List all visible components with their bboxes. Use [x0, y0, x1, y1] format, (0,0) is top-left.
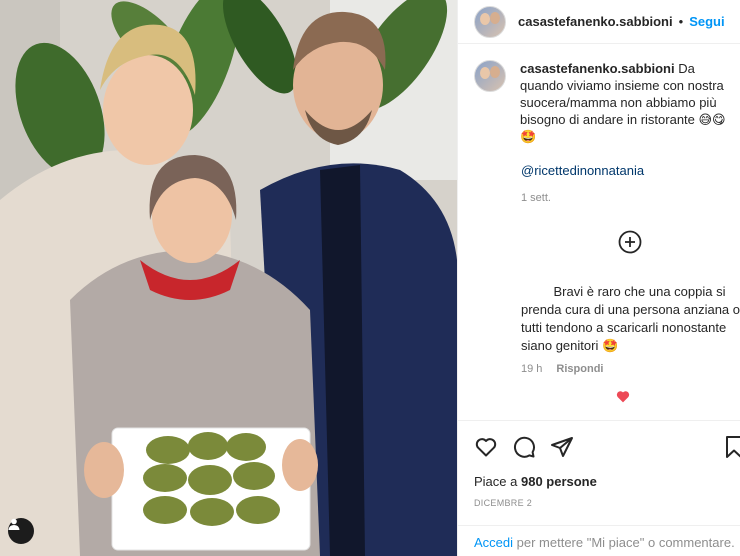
share-icon[interactable]	[550, 435, 574, 459]
tagged-users-button[interactable]	[8, 518, 34, 544]
follow-button[interactable]: Segui	[689, 14, 724, 29]
header-username[interactable]: casastefanenko.sabbioni	[518, 14, 673, 29]
login-link[interactable]: Accedi	[474, 535, 513, 550]
caption-text: casastefanenko.sabbioni Da quando viviam…	[520, 60, 738, 145]
caption-mention-link[interactable]: @ricettedinonnatania	[521, 163, 740, 178]
caption: casastefanenko.sabbioni Da quando viviam…	[474, 60, 740, 145]
caption-time[interactable]: 1 sett.	[521, 192, 740, 204]
comment-actions: 19 h Rispondi	[521, 363, 740, 375]
caption-avatar[interactable]	[474, 60, 506, 92]
likes-count[interactable]: Piace a 980 persone	[474, 474, 597, 489]
comment-line: prenda cura di una persona anziana og	[521, 302, 740, 317]
user-icon	[8, 518, 20, 530]
likes-number[interactable]: 980 persone	[521, 474, 597, 489]
likes-prefix: Piace a	[474, 474, 521, 489]
post-sidebar: casastefanenko.sabbioni • Segui casastef…	[457, 0, 740, 556]
comment-line: Bravi è raro che una coppia si	[521, 284, 726, 299]
photo-illustration	[0, 0, 457, 556]
heart-icon[interactable]	[474, 435, 498, 459]
comment-time[interactable]: 19 h	[521, 363, 542, 375]
comment-icon[interactable]	[512, 435, 536, 459]
post-photo[interactable]	[0, 0, 457, 556]
login-prompt-text: per mettere "Mi piace" o commentare.	[513, 535, 735, 550]
caption-username[interactable]: casastefanenko.sabbioni	[520, 61, 675, 76]
plus-circle-icon[interactable]	[618, 230, 642, 254]
heart-icon[interactable]	[616, 390, 630, 403]
comment-text: Bravi è raro che una coppia si prenda cu…	[521, 283, 740, 355]
post-date[interactable]: DICEMBRE 2	[474, 498, 532, 508]
post-header: casastefanenko.sabbioni • Segui	[458, 0, 740, 44]
action-bar	[458, 420, 740, 472]
avatar[interactable]	[474, 5, 506, 38]
login-prompt: Accedi per mettere "Mi piace" o commenta…	[458, 525, 740, 556]
comment-line: siano genitori 🤩	[521, 338, 619, 353]
comments-list[interactable]: casastefanenko.sabbioni Da quando viviam…	[458, 44, 740, 417]
reply-button[interactable]: Rispondi	[556, 363, 603, 375]
bookmark-icon[interactable]	[722, 435, 740, 459]
separator-dot: •	[678, 14, 684, 29]
comment-line: tutti tendono a scaricarli nonostante	[521, 320, 727, 335]
